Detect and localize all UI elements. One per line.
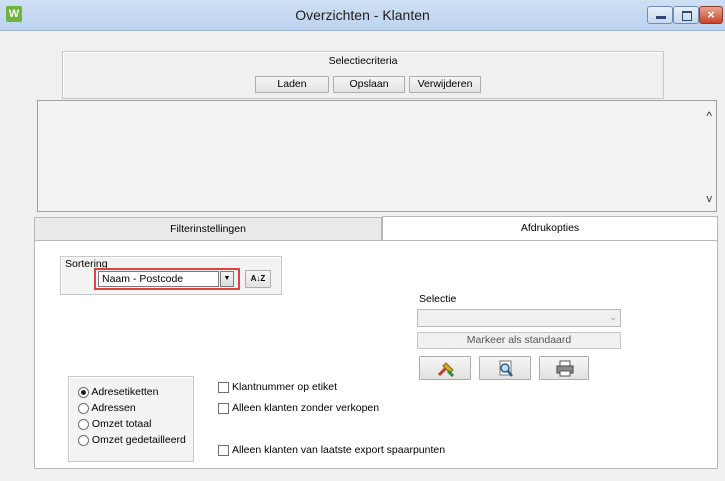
radio-adressen[interactable]: Adressen	[78, 402, 136, 414]
scroll-down-icon[interactable]: v	[707, 193, 713, 205]
window-title: Overzichten - Klanten	[295, 7, 430, 23]
print-icon	[556, 360, 574, 377]
radio-omzet-totaal-label: Omzet totaal	[91, 418, 152, 430]
selectiecriteria-legend: Selectiecriteria	[328, 55, 398, 67]
chevron-down-icon: ⌄	[609, 312, 617, 322]
title-bar: W Overzichten - Klanten ×	[0, 0, 725, 31]
opslaan-label: Opslaan	[349, 78, 389, 90]
window-body: Selectiecriteria Laden Opslaan Verwijder…	[0, 31, 725, 481]
settings-run-button[interactable]	[419, 356, 471, 380]
sortering-select[interactable]: Naam - Postcode	[98, 271, 219, 287]
scroll-up-icon[interactable]: ^	[706, 109, 712, 123]
chevron-down-icon[interactable]: ▼	[220, 271, 234, 287]
maximize-icon	[682, 11, 692, 21]
radio-adresetiketten[interactable]: Adresetiketten	[78, 386, 158, 398]
minimize-button[interactable]	[647, 6, 673, 24]
zonder-verkopen-label: Alleen klanten zonder verkopen	[232, 402, 380, 414]
afdrukopties-panel: Sortering Naam - Postcode ▼ A↓Z Selectie…	[34, 240, 718, 469]
settings-run-icon	[437, 362, 455, 377]
preview-icon	[499, 360, 513, 377]
laden-label: Laden	[277, 78, 307, 90]
tab-afdrukopties[interactable]: Afdrukopties	[382, 216, 718, 241]
criteria-list[interactable]: ^ v	[37, 100, 717, 212]
layout-options-group: Adresetiketten Adressen Omzet totaal Omz…	[68, 376, 194, 462]
verwijderen-button[interactable]: Verwijderen	[409, 76, 481, 93]
radio-omzet-gedetailleerd-dot[interactable]	[78, 434, 89, 446]
minimize-icon	[656, 16, 666, 19]
radio-omzet-gedetailleerd-label: Omzet gedetailleerd	[91, 434, 186, 446]
selectie-select[interactable]: ⌄	[417, 309, 621, 327]
close-icon: ×	[707, 7, 715, 22]
radio-adressen-label: Adressen	[91, 402, 136, 414]
klantnummer-op-etiket-label: Klantnummer op etiket	[232, 381, 338, 393]
zonder-verkopen-checkbox[interactable]	[218, 403, 229, 414]
radio-adresetiketten-label: Adresetiketten	[91, 386, 159, 398]
close-button[interactable]: ×	[699, 6, 723, 24]
klantnummer-op-etiket-checkbox[interactable]	[218, 382, 229, 393]
markeer-als-standaard-button[interactable]: Markeer als standaard	[417, 332, 621, 349]
laden-button[interactable]: Laden	[255, 76, 329, 93]
laatste-export-spaarpunten-label: Alleen klanten van laatste export spaarp…	[232, 444, 446, 456]
radio-adressen-dot[interactable]	[78, 402, 89, 414]
selectie-label: Selectie	[419, 293, 457, 305]
verwijderen-label: Verwijderen	[417, 78, 473, 90]
opslaan-button[interactable]: Opslaan	[333, 76, 405, 93]
selectiecriteria-group: Selectiecriteria Laden Opslaan Verwijder…	[62, 51, 664, 99]
print-button[interactable]	[539, 356, 589, 380]
tab-filterinstellingen[interactable]: Filterinstellingen	[34, 217, 382, 241]
preview-button[interactable]	[479, 356, 531, 380]
laatste-export-spaarpunten-checkbox[interactable]	[218, 445, 229, 456]
radio-omzet-totaal-dot[interactable]	[78, 418, 89, 430]
maximize-button[interactable]	[673, 6, 699, 24]
radio-omzet-gedetailleerd[interactable]: Omzet gedetailleerd	[78, 434, 186, 446]
sort-az-icon[interactable]: A↓Z	[245, 270, 271, 288]
sortering-group: Sortering Naam - Postcode ▼ A↓Z	[60, 256, 282, 295]
radio-omzet-totaal[interactable]: Omzet totaal	[78, 418, 151, 430]
radio-adresetiketten-dot[interactable]	[78, 386, 89, 398]
